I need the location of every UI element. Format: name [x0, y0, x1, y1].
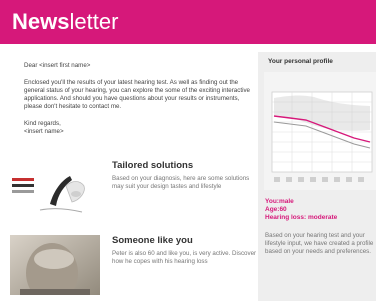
letter-intro: Enclosed you'll the results of your late… [24, 79, 250, 110]
feature-desc: Peter is also 60 and like you, is very a… [112, 250, 257, 265]
title-rest: letter [69, 9, 119, 34]
newsletter-title: Newsletter [12, 9, 118, 35]
person-photo [10, 235, 100, 295]
profile-description: Based on your hearing test and your life… [265, 232, 374, 255]
feature-tailored-solutions[interactable]: Tailored solutions Based on your diagnos… [10, 160, 260, 220]
letter-signature: <insert name> [24, 128, 64, 135]
title-bold: News [12, 9, 70, 34]
profile-age: Age:60 [265, 206, 287, 213]
hearing-aid-image [10, 160, 100, 220]
letter-body: Dear <insert first name> Enclosed you'll… [24, 62, 250, 136]
feature-desc: Based on your diagnosis, here are some s… [112, 175, 250, 190]
personal-profile-panel: Your personal profile You:male Age:60 He… [258, 52, 376, 301]
profile-gender: You:male [265, 198, 294, 205]
profile-hearing-loss: Hearing loss: moderate [265, 214, 338, 221]
newsletter-header: Newsletter [0, 0, 376, 44]
feature-title: Tailored solutions [112, 160, 194, 171]
profile-summary: You:male Age:60 Hearing loss: moderate [265, 198, 337, 222]
feature-title: Someone like you [112, 235, 193, 246]
profile-title: Your personal profile [268, 58, 333, 65]
letter-greeting: Dear <insert first name> [24, 62, 91, 69]
feature-someone-like-you[interactable]: Someone like you Peter is also 60 and li… [10, 235, 260, 295]
audiogram-chart [264, 72, 376, 190]
letter-closing: Kind regards, [24, 120, 61, 127]
